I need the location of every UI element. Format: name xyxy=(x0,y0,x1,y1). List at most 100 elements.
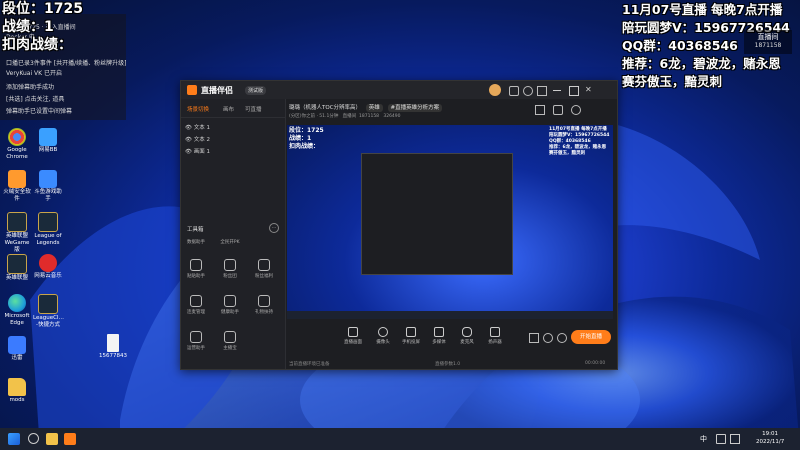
phone-cast-icon xyxy=(406,327,416,337)
desktop-icon-lol[interactable]: 英雄联盟 xyxy=(2,254,32,282)
fans-icon xyxy=(224,259,236,271)
control-speaker[interactable]: 扬声器 xyxy=(483,327,507,345)
live-companion-window: 直播伴侣 测试版 ✕ 场景切换 画布 可直播 👁 文本 1 👁 文本 2 👁 画… xyxy=(180,80,618,370)
preview-overlay-right: 11月07号直播 每晚7点开播 陪玩圆梦V：15967726544 QQ群：4036… xyxy=(549,127,610,156)
desktop-icon-netease-bb[interactable]: 网易BB xyxy=(33,128,63,154)
recommend-line-2: 赛芬傲玉，黯灵刺 xyxy=(622,74,723,89)
control-media[interactable]: 多媒体 xyxy=(427,327,451,345)
help-icon[interactable] xyxy=(523,86,533,96)
app-logo-icon xyxy=(187,85,197,95)
desktop-icon-league[interactable]: League of Legends xyxy=(33,212,63,247)
desktop-icon-label: 斗鱼游戏助手 xyxy=(34,189,62,202)
stream-overlay-right: 11月07号直播 每晚7点开播 陪玩圆梦V：15967726544 QQ群：40… xyxy=(620,2,800,92)
sticker-icon xyxy=(190,259,202,271)
desktop-icon-xunlei[interactable]: 迅雷 xyxy=(2,336,32,362)
network-icon[interactable] xyxy=(716,434,726,444)
tool-data-assistant[interactable]: 数据助手 xyxy=(185,237,207,245)
desktop-icon-label: 英雄联盟WeGame版 xyxy=(4,233,30,253)
mic-link-icon xyxy=(190,295,202,307)
camera-toggle-icon[interactable] xyxy=(529,333,539,343)
maximize-icon[interactable] xyxy=(569,86,579,96)
record-icon[interactable] xyxy=(571,105,581,115)
control-screen[interactable]: 直播画面 xyxy=(341,327,365,345)
control-camera[interactable]: 摄像头 xyxy=(371,327,395,345)
room-badge-label: 直播间 xyxy=(757,33,779,41)
clock[interactable]: 19:01 2022/11/7 xyxy=(756,430,784,446)
more-icon[interactable]: ··· xyxy=(269,223,279,233)
desktop-icon-label: 火绒安全软件 xyxy=(3,189,31,202)
search-icon[interactable] xyxy=(28,433,39,444)
desktop-icon-mods[interactable]: mods xyxy=(2,378,32,404)
control-phone-cast[interactable]: 手机投屏 xyxy=(399,327,423,345)
desktop-file[interactable]: 15677843 xyxy=(98,334,128,360)
desktop-icon-chrome[interactable]: Google Chrome xyxy=(2,128,32,161)
tool-pk[interactable]: 全民开PK xyxy=(219,237,241,245)
recommend-line: 推荐：6龙，碧波龙，赌永恩 xyxy=(622,56,781,71)
huorong-icon xyxy=(8,170,26,188)
tool-fans[interactable]: 粉丝团 xyxy=(219,259,241,279)
room-tag: 英雄 xyxy=(365,104,383,112)
scene-item[interactable]: 👁 文本 1 xyxy=(185,123,210,131)
scene-item[interactable]: 👁 画面 1 xyxy=(185,147,210,155)
panel-row: 口播已录3件事件 [共开播/续播、粉丝牌升级] xyxy=(6,60,127,67)
stream-overlay-left: [段位] 1725 · 进入直播间 Docker 电… 口播已录3件事件 [共开… xyxy=(0,0,128,120)
desktop-icon-huorong[interactable]: 火绒安全软件 xyxy=(2,170,32,203)
desktop-icon-label: mods xyxy=(9,397,25,403)
layout-icon[interactable] xyxy=(535,105,545,115)
minimize-icon[interactable] xyxy=(553,86,561,91)
gift-icon xyxy=(258,259,270,271)
tool-gift-support[interactable]: 礼物扶持 xyxy=(253,295,275,315)
desktop-icon-leaguecl[interactable]: LeagueCl… -快捷方式 xyxy=(33,294,64,329)
tool-fan-welfare[interactable]: 粉丝福利 xyxy=(253,259,275,279)
eye-icon[interactable] xyxy=(543,333,553,343)
scene-item[interactable]: 👁 文本 2 xyxy=(185,135,210,143)
desktop-icon-netease-music[interactable]: 网易云音乐 xyxy=(33,254,63,280)
room-title[interactable]: 璐璐（机器人TOC分辨率高） 英雄 #直播英雄分析方案 xyxy=(289,103,443,112)
tool-link-mic[interactable]: 连麦管理 xyxy=(185,295,207,315)
settings-gear-icon[interactable] xyxy=(557,333,567,343)
tab-scenes[interactable]: 场景切换 xyxy=(187,105,209,113)
preview-overlay-left: 段位：1725 战绩：1 扣肉战绩： xyxy=(289,127,324,150)
tool-anchor[interactable]: 主播宝 xyxy=(219,331,241,351)
tab-live[interactable]: 可直播 xyxy=(245,105,262,113)
tool-ops[interactable]: 运营助手 xyxy=(185,331,207,351)
camera-icon xyxy=(378,327,388,337)
desktop-icon-label: 网易云音乐 xyxy=(34,273,62,279)
tool-sticker[interactable]: 贴贴助手 xyxy=(185,259,207,279)
divider xyxy=(181,117,285,118)
xunlei-icon xyxy=(8,336,26,354)
desktop-icon-douyu-helper[interactable]: 斗鱼游戏助手 xyxy=(33,170,63,203)
lol-icon xyxy=(7,254,27,274)
settings-icon[interactable] xyxy=(509,86,519,96)
clock-time: 19:01 xyxy=(762,431,779,437)
live-companion-taskbar-icon[interactable] xyxy=(64,433,76,445)
share-icon[interactable] xyxy=(553,105,563,115)
app-titlebar: 直播伴侣 测试版 ✕ xyxy=(181,81,617,99)
tool-health[interactable]: 健康助手 xyxy=(219,295,241,315)
desktop: [段位] 1725 · 进入直播间 Docker 电… 口播已录3件事件 [共开… xyxy=(0,0,800,450)
desktop-icon-label: League of Legends xyxy=(34,233,62,246)
stream-schedule: 11月07号直播 每晚7点开播 xyxy=(622,2,783,17)
nested-preview-window xyxy=(361,153,513,275)
start-live-button[interactable]: 开始直播 xyxy=(571,330,611,344)
close-icon[interactable]: ✕ xyxy=(585,86,593,94)
anchor-icon xyxy=(224,331,236,343)
file-explorer-icon[interactable] xyxy=(46,433,58,445)
desktop-icon-label: 迅雷 xyxy=(11,355,23,361)
avatar[interactable] xyxy=(489,84,501,96)
media-icon xyxy=(434,327,444,337)
room-extra: #直播英雄分析方案 xyxy=(387,104,443,112)
desktop-icon-label: 网易BB xyxy=(38,147,58,153)
ops-icon xyxy=(190,331,202,343)
microphone-icon xyxy=(462,327,472,337)
start-icon[interactable] xyxy=(8,433,20,445)
control-mic[interactable]: 麦克风 xyxy=(455,327,479,345)
desktop-icon-wegame-lol[interactable]: 英雄联盟WeGame版 xyxy=(2,212,32,254)
message-icon[interactable] xyxy=(537,86,547,96)
input-method-indicator[interactable]: 中 xyxy=(700,434,707,444)
status-bar: 当前直播环境已准备 直播参数1.0 00:00:00 xyxy=(285,361,617,369)
volume-icon[interactable] xyxy=(730,434,740,444)
clock-date: 2022/11/7 xyxy=(756,439,785,445)
desktop-icon-edge[interactable]: Microsoft Edge xyxy=(2,294,32,327)
tab-canvas[interactable]: 画布 xyxy=(223,105,234,113)
